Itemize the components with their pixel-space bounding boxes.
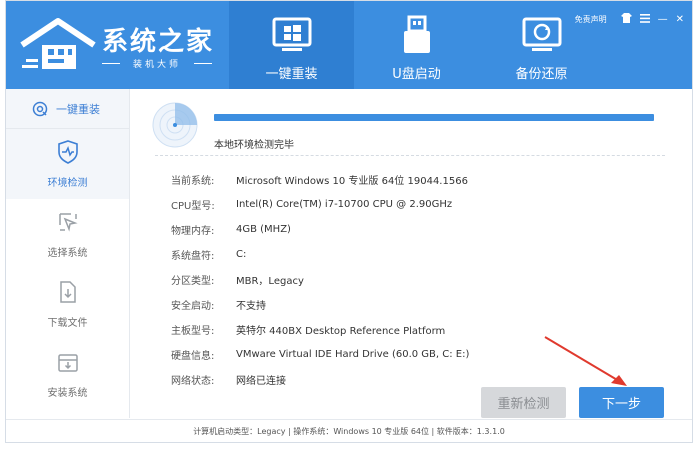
sidebar-header[interactable]: 一键重装 (6, 89, 129, 129)
windows-icon (270, 15, 314, 55)
tab-label: 一键重装 (265, 67, 318, 82)
divider (155, 155, 665, 156)
minimize-button[interactable]: — (658, 14, 668, 25)
install-icon (56, 350, 80, 374)
shirt-icon[interactable] (620, 13, 632, 26)
file-download-icon (56, 280, 80, 304)
info-row-disk: 硬盘信息: VMware Virtual IDE Hard Drive (60.… (171, 342, 469, 367)
disclaimer-link[interactable]: 免责声明 (575, 14, 607, 25)
red-arrow-annotation (544, 336, 627, 386)
header-bar: 系统之家 装机大师 一键重装 U盘启动 备份还原 免责声明 — ✕ (6, 1, 692, 89)
sidebar-item-label: 下载文件 (47, 317, 88, 329)
sidebar-item-label: 环境检测 (47, 177, 88, 189)
info-key: 物理内存: (171, 226, 215, 237)
house-logo-icon (20, 18, 96, 69)
tab-label: U盘启动 (392, 67, 441, 82)
system-info-list: 当前系统: Microsoft Windows 10 专业版 64位 19044… (171, 167, 469, 392)
main-panel: 本地环境检测完毕 当前系统: Microsoft Windows 10 专业版 … (131, 89, 694, 418)
sidebar-item-select-system[interactable]: 选择系统 (6, 199, 129, 269)
info-row-network: 网络状态: 网络已连接 (171, 367, 469, 392)
sidebar-item-env-check[interactable]: 环境检测 (6, 129, 129, 199)
menu-icon[interactable] (639, 13, 650, 26)
redetect-button[interactable]: 重新检测 (481, 387, 566, 418)
info-row-current-system: 当前系统: Microsoft Windows 10 专业版 64位 19044… (171, 167, 469, 192)
info-key: 主板型号: (171, 326, 215, 337)
info-value: VMware Virtual IDE Hard Drive (60.0 GB, … (236, 349, 470, 360)
app-subtitle: 装机大师 (102, 57, 212, 70)
info-key: 硬盘信息: (171, 351, 215, 362)
cursor-icon (56, 210, 80, 234)
tab-label: 备份还原 (515, 67, 568, 82)
info-key: 分区类型: (171, 276, 215, 287)
next-step-button[interactable]: 下一步 (579, 387, 664, 418)
progress-fill (214, 114, 654, 121)
app-window: 系统之家 装机大师 一键重装 U盘启动 备份还原 免责声明 — ✕ 一键重装 环… (5, 0, 693, 443)
info-key: 网络状态: (171, 376, 215, 387)
close-button[interactable]: ✕ (676, 14, 684, 25)
window-controls: 免责声明 — ✕ (575, 13, 684, 26)
tab-one-click-reinstall[interactable]: 一键重装 (229, 1, 354, 89)
info-row-motherboard: 主板型号: 英特尔 440BX Desktop Reference Platfo… (171, 317, 469, 342)
app-logo: 系统之家 装机大师 (18, 15, 238, 75)
shield-pulse-icon (56, 139, 80, 164)
app-title: 系统之家 (102, 27, 215, 57)
info-value: MBR，Legacy (236, 276, 304, 287)
info-row-memory: 物理内存: 4GB (MHZ) (171, 217, 469, 242)
backup-icon (520, 15, 564, 55)
info-value: Microsoft Windows 10 专业版 64位 19044.1566 (236, 176, 468, 187)
info-value: Intel(R) Core(TM) i7-10700 CPU @ 2.90GHz (236, 199, 453, 210)
info-key: 当前系统: (171, 176, 215, 187)
sidebar: 一键重装 环境检测 选择系统 下载文件 安装系统 (6, 89, 130, 418)
info-row-secure-boot: 安全启动: 不支持 (171, 292, 469, 317)
sidebar-item-label: 安装系统 (47, 387, 88, 399)
usb-icon (395, 15, 439, 55)
info-value: C: (236, 249, 247, 260)
info-value: 4GB (MHZ) (236, 224, 291, 235)
sidebar-item-download-files[interactable]: 下载文件 (6, 269, 129, 339)
progress-bar (214, 114, 654, 121)
info-key: CPU型号: (171, 201, 215, 212)
sidebar-item-install-system[interactable]: 安装系统 (6, 339, 129, 409)
info-value: 英特尔 440BX Desktop Reference Platform (236, 326, 446, 337)
status-text: 本地环境检测完毕 (214, 140, 294, 151)
top-navigation: 一键重装 U盘启动 备份还原 (229, 1, 604, 89)
info-row-system-drive: 系统盘符: C: (171, 242, 469, 267)
sidebar-header-label: 一键重装 (56, 102, 100, 116)
info-key: 系统盘符: (171, 251, 215, 262)
tab-usb-boot[interactable]: U盘启动 (354, 1, 479, 89)
info-value: 不支持 (236, 301, 266, 312)
info-value: 网络已连接 (236, 376, 286, 387)
sidebar-item-label: 选择系统 (47, 247, 88, 259)
radar-scan-icon (152, 102, 198, 148)
reinstall-icon (32, 101, 48, 116)
info-row-cpu: CPU型号: Intel(R) Core(TM) i7-10700 CPU @ … (171, 192, 469, 217)
info-row-partition: 分区类型: MBR，Legacy (171, 267, 469, 292)
footer-status-bar: 计算机启动类型：Legacy | 操作系统：Windows 10 专业版 64位… (6, 419, 692, 443)
info-key: 安全启动: (171, 301, 215, 312)
